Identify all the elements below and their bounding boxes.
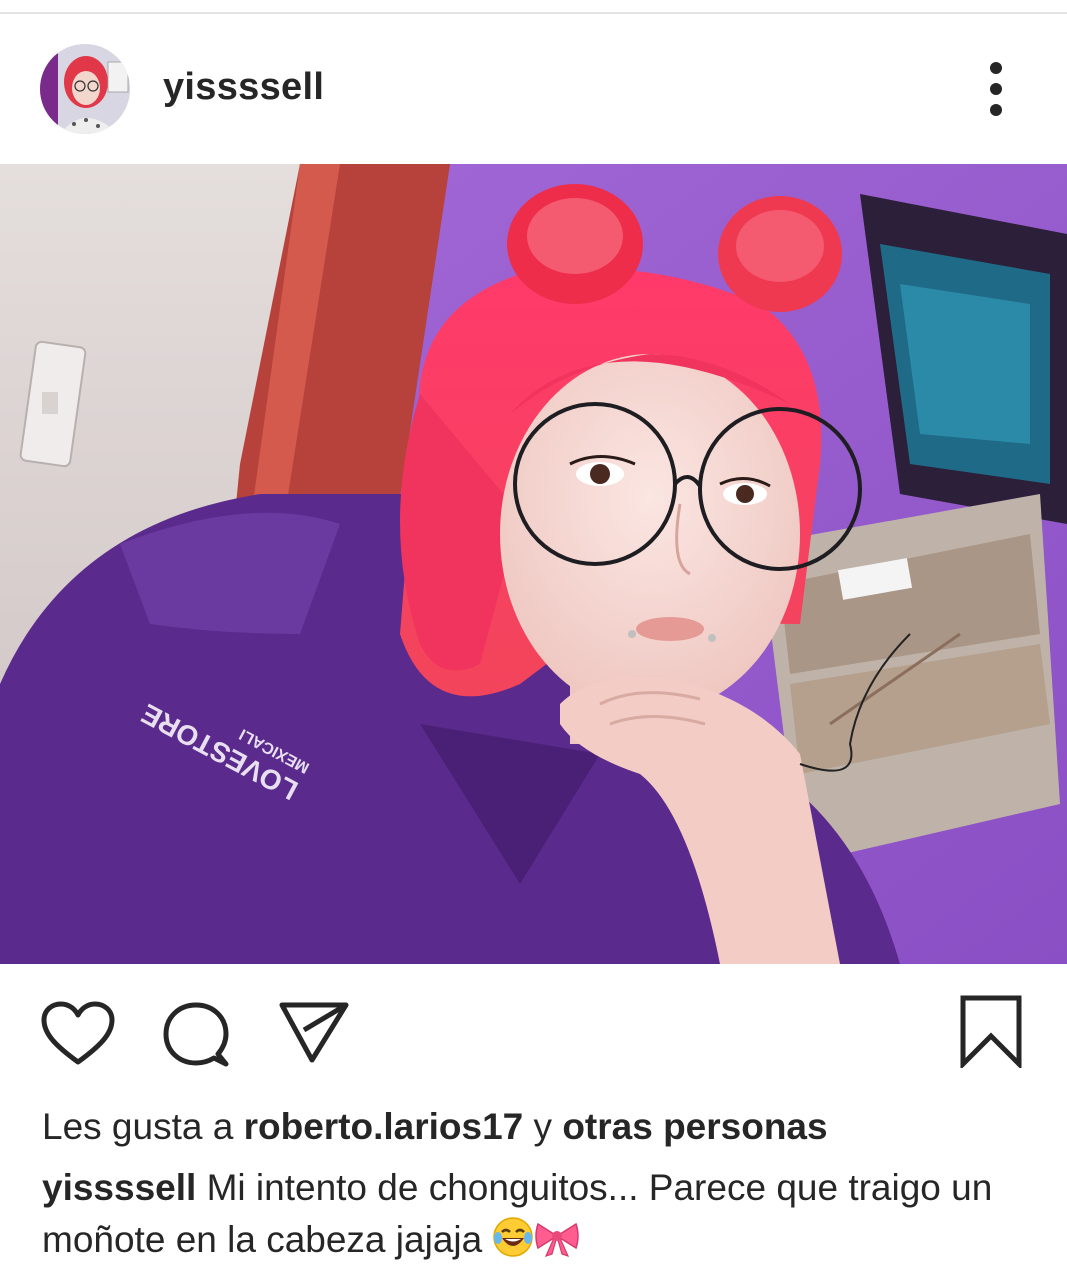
share-button[interactable] [276, 1000, 352, 1066]
post-username[interactable]: yissssell [163, 66, 324, 109]
send-icon [279, 1002, 349, 1063]
like-button[interactable] [40, 1000, 116, 1068]
post-image: LOVESTORE MEXICALI [0, 164, 1067, 964]
more-options-button[interactable] [972, 56, 1020, 122]
caption-username[interactable]: yissssell [42, 1167, 196, 1208]
save-button[interactable] [958, 994, 1024, 1071]
comment-icon [163, 1002, 229, 1067]
likes-joiner: y [533, 1106, 553, 1147]
likes-summary: Les gusta a roberto.larios17 y otras per… [42, 1104, 828, 1150]
heart-icon [41, 1001, 115, 1065]
more-vertical-icon [990, 62, 1002, 116]
post-header: yissssell [0, 14, 1067, 164]
user-avatar[interactable] [40, 44, 130, 134]
post-caption: yissssell Mi intento de chonguitos... Pa… [42, 1162, 1032, 1272]
top-status-divider [0, 0, 1067, 14]
bookmark-icon [960, 995, 1022, 1071]
tears-of-joy-icon [493, 1217, 534, 1257]
likes-others-link[interactable]: otras personas [562, 1106, 827, 1147]
post-photo[interactable]: LOVESTORE MEXICALI [0, 164, 1067, 964]
liker-username[interactable]: roberto.larios17 [244, 1106, 524, 1147]
ribbon-bow-icon [535, 1222, 580, 1257]
post-actions [0, 964, 1067, 1094]
likes-prefix: Les gusta a [42, 1106, 234, 1147]
laughing-emoji [492, 1216, 534, 1272]
avatar-image [40, 44, 130, 134]
ribbon-emoji [534, 1216, 580, 1272]
comment-button[interactable] [160, 1000, 232, 1072]
